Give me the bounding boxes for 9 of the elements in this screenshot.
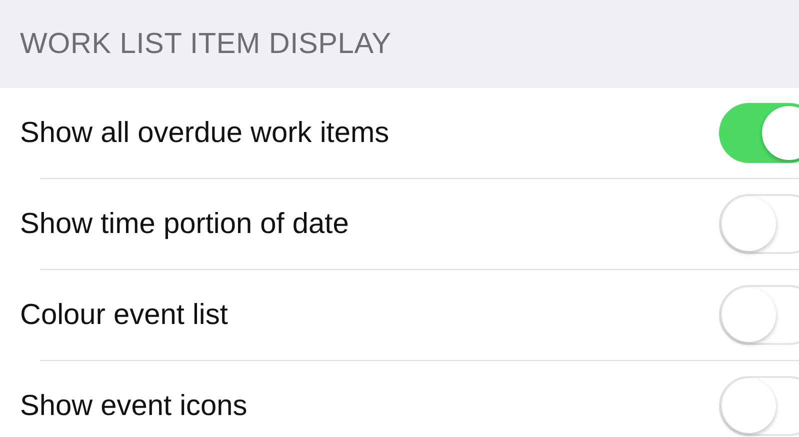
setting-label: Show time portion of date [20,208,349,240]
section-title: WORK LIST ITEM DISPLAY [20,28,392,60]
setting-label: Show event icons [20,390,248,422]
toggle-switch[interactable] [719,194,799,254]
toggle-switch[interactable] [719,285,799,345]
toggle-switch[interactable] [719,376,799,436]
toggle-switch[interactable] [719,103,799,163]
setting-label: Colour event list [20,298,228,332]
setting-label: Show all overdue work items [20,116,390,150]
